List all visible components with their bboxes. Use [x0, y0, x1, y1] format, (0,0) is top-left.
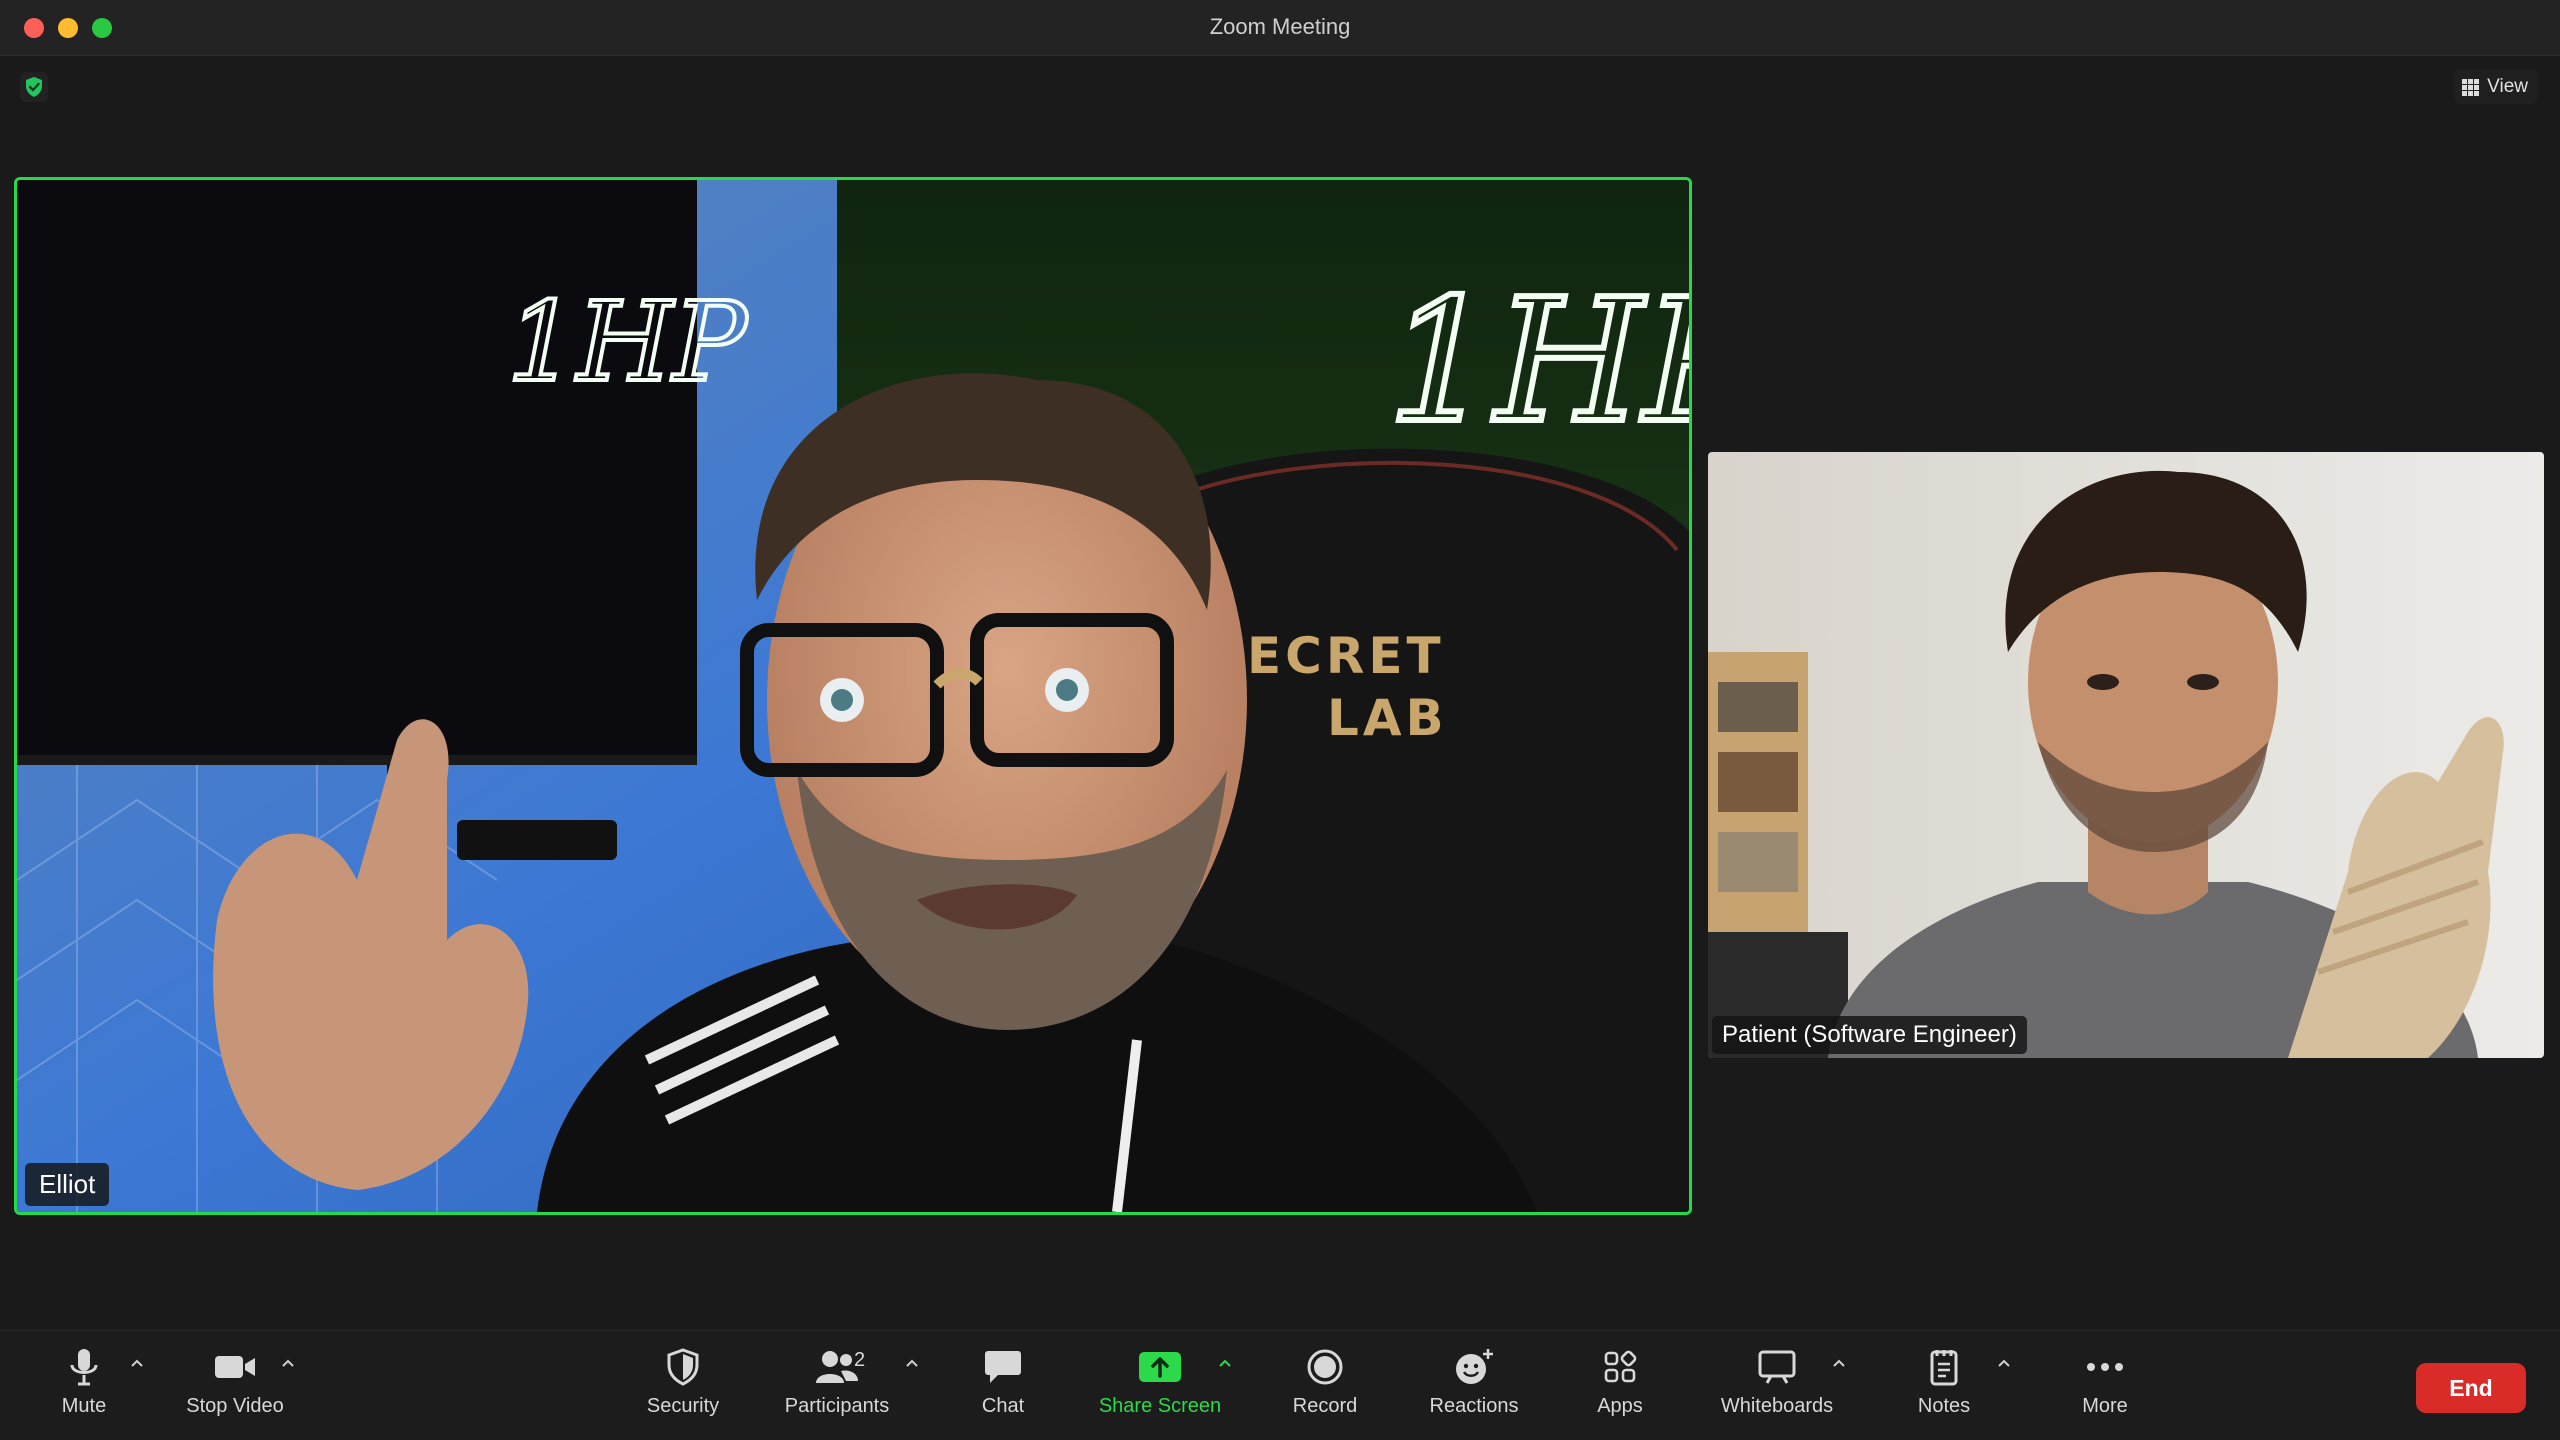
- reactions-smiley-icon: [1450, 1343, 1498, 1391]
- notes-label: Notes: [1917, 1395, 1971, 1417]
- apps-icon: [1596, 1343, 1644, 1391]
- chat-label: Chat: [981, 1395, 1025, 1417]
- participants-button[interactable]: 2 Participants: [762, 1343, 912, 1433]
- svg-text:1HP: 1HP: [1387, 263, 1689, 461]
- view-label: View: [2487, 76, 2528, 97]
- share-screen-label: Share Screen: [1098, 1395, 1222, 1417]
- share-options-chevron-up-icon[interactable]: [1213, 1351, 1237, 1375]
- zoom-window: Zoom Meeting View 1HP 1H SECRET LAB Elli…: [0, 0, 2560, 1440]
- audio-options-chevron-up-icon[interactable]: [125, 1351, 149, 1375]
- security-shield-icon: [659, 1343, 707, 1391]
- security-label: Security: [646, 1395, 720, 1417]
- video-tile-participant[interactable]: Patient (Software Engineer): [1708, 452, 2544, 1058]
- view-button[interactable]: View: [2454, 70, 2538, 104]
- chat-bubble-icon: [979, 1343, 1027, 1391]
- window-title: Zoom Meeting: [1209, 14, 1351, 39]
- participant-name-tag: Elliot: [25, 1163, 110, 1206]
- stop-video-label: Stop Video: [186, 1395, 284, 1417]
- speaker-video-frame: 1HP 1HP SECRET LAB: [17, 180, 1689, 1212]
- reactions-label: Reactions: [1429, 1395, 1519, 1417]
- share-screen-icon: [1136, 1343, 1184, 1391]
- record-button[interactable]: Record: [1250, 1343, 1400, 1433]
- participants-options-chevron-up-icon[interactable]: [900, 1351, 924, 1375]
- reactions-button[interactable]: Reactions: [1399, 1343, 1549, 1433]
- svg-text:1HP: 1HP: [507, 278, 749, 406]
- more-button[interactable]: More: [2030, 1343, 2180, 1433]
- encryption-shield-icon[interactable]: [20, 72, 48, 102]
- microphone-icon: [60, 1343, 108, 1391]
- whiteboards-label: Whiteboards: [1720, 1395, 1834, 1417]
- svg-text:LAB: LAB: [1327, 689, 1448, 747]
- apps-button[interactable]: Apps: [1545, 1343, 1695, 1433]
- notes-options-chevron-up-icon[interactable]: [1992, 1351, 2016, 1375]
- end-meeting-button[interactable]: End: [2416, 1363, 2526, 1413]
- meeting-controls-toolbar: Mute Stop Video Security 2 Participants …: [0, 1330, 2560, 1440]
- video-tile-active-speaker[interactable]: 1HP 1HP SECRET LAB: [14, 177, 1692, 1215]
- video-options-chevron-up-icon[interactable]: [276, 1351, 300, 1375]
- video-camera-icon: [211, 1343, 259, 1391]
- chat-button[interactable]: Chat: [928, 1343, 1078, 1433]
- record-icon: [1301, 1343, 1349, 1391]
- more-label: More: [2082, 1395, 2128, 1417]
- whiteboards-options-chevron-up-icon[interactable]: [1827, 1351, 1851, 1375]
- whiteboard-icon: [1753, 1343, 1801, 1391]
- record-label: Record: [1292, 1395, 1358, 1417]
- participant-name-tag: Patient (Software Engineer): [1712, 1016, 2027, 1054]
- more-ellipsis-icon: [2081, 1343, 2129, 1391]
- participant-video-frame: [1708, 452, 2544, 1058]
- participants-count-badge: 2: [854, 1349, 866, 1371]
- notes-icon: [1920, 1343, 1968, 1391]
- participants-label: Participants: [784, 1395, 890, 1417]
- grid-view-icon: [2462, 78, 2480, 96]
- apps-label: Apps: [1597, 1395, 1643, 1417]
- security-button[interactable]: Security: [608, 1343, 758, 1433]
- title-bar: Zoom Meeting: [0, 0, 2560, 56]
- mute-label: Mute: [61, 1395, 107, 1417]
